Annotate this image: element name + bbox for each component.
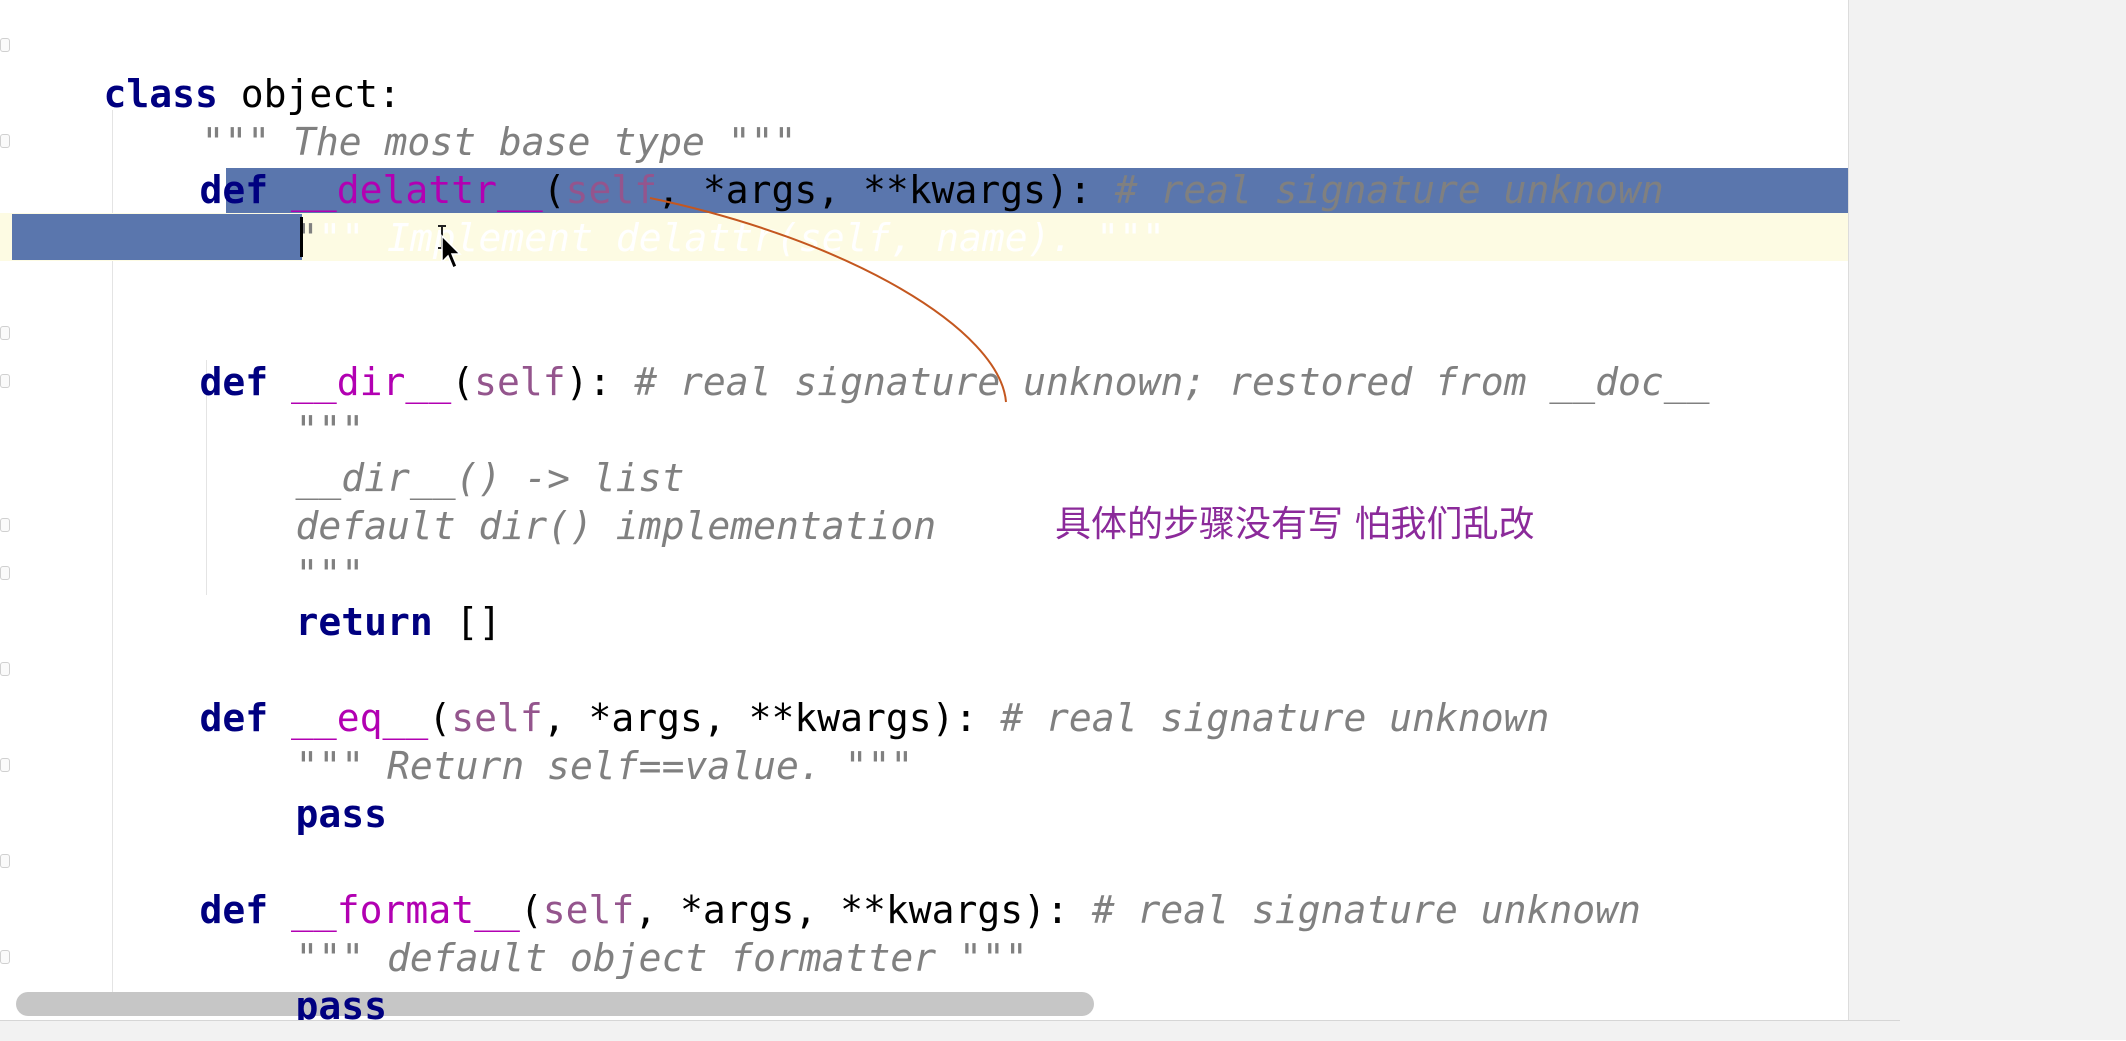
return-value: [] xyxy=(432,600,502,644)
comment: # real signature unknown; restored from … xyxy=(634,360,1710,404)
params: ): xyxy=(565,360,635,404)
class-name: object: xyxy=(217,72,401,116)
keyword-def: def xyxy=(199,888,269,932)
code-line[interactable]: pass xyxy=(0,742,1848,836)
function-name: __format__ xyxy=(291,888,520,932)
comment: # real signature unknown xyxy=(1000,696,1550,740)
fold-marker-icon[interactable] xyxy=(0,662,10,676)
self-param: self xyxy=(565,168,658,212)
docstring-quote: " xyxy=(295,216,319,260)
paren: ( xyxy=(519,888,543,932)
self-param: self xyxy=(474,360,566,404)
docstring: default dir() implementation xyxy=(295,504,937,548)
docstring: """ default object formatter """ xyxy=(295,936,1028,980)
function-name: __delattr__ xyxy=(291,168,543,212)
params: , *args, **kwargs): xyxy=(634,888,1092,932)
code-line[interactable]: def __eq__(self, *args, **kwargs): # rea… xyxy=(0,646,1848,740)
fold-marker-icon[interactable] xyxy=(0,566,10,580)
code-line[interactable]: default dir() implementation xyxy=(0,454,1848,548)
paren: ( xyxy=(542,168,566,212)
keyword-def: def xyxy=(199,168,269,212)
keyword-return: return xyxy=(295,600,433,644)
code-line[interactable]: return [] xyxy=(0,550,1848,644)
keyword-class: class xyxy=(103,72,218,116)
code-editor[interactable]: class object: """ The most base type """… xyxy=(0,0,1848,1020)
comment: # real signature unknown xyxy=(1091,888,1641,932)
params: , *args, **kwargs): xyxy=(657,168,1115,212)
status-bar xyxy=(0,1020,1900,1041)
code-line[interactable]: def __format__(self, *args, **kwargs): #… xyxy=(0,838,1848,932)
fold-marker-icon[interactable] xyxy=(0,374,10,388)
fold-marker-icon[interactable] xyxy=(0,950,10,964)
fold-marker-icon[interactable] xyxy=(0,518,10,532)
keyword-pass: pass xyxy=(295,792,388,836)
horizontal-scrollbar-thumb[interactable] xyxy=(16,992,1094,1016)
code-line[interactable]: class object: xyxy=(0,22,1848,116)
function-name: __dir__ xyxy=(291,360,452,404)
keyword-def: def xyxy=(199,360,269,404)
text-cursor-icon xyxy=(438,225,462,270)
docstring: """ xyxy=(295,408,365,452)
docstring: __dir__() -> list xyxy=(295,456,685,500)
right-panel xyxy=(1848,0,2126,1040)
fold-marker-icon[interactable] xyxy=(0,758,10,772)
selection-highlight xyxy=(12,214,302,260)
function-name: __eq__ xyxy=(291,696,429,740)
self-param: self xyxy=(451,696,543,740)
fold-marker-icon[interactable] xyxy=(0,134,10,148)
comment: # real signature unknown xyxy=(1114,168,1664,212)
self-param: self xyxy=(542,888,635,932)
paren: ( xyxy=(428,696,452,740)
paren: ( xyxy=(451,360,475,404)
code-line[interactable]: __dir__() -> list xyxy=(0,406,1848,500)
docstring: """ Return self==value. """ xyxy=(295,744,914,788)
docstring: """ xyxy=(295,552,365,596)
keyword-pass: pass xyxy=(295,984,388,1020)
keyword-def: def xyxy=(199,696,269,740)
keyword-pass: pass xyxy=(295,263,388,307)
code-line[interactable]: def __dir__(self): # real signature unkn… xyxy=(0,310,1848,404)
annotation-note: 具体的步骤没有写 怕我们乱改 xyxy=(1055,504,1535,545)
fold-marker-icon[interactable] xyxy=(0,38,10,52)
text-caret xyxy=(300,217,303,257)
docstring: """ The most base type """ xyxy=(201,120,797,164)
fold-marker-icon[interactable] xyxy=(0,854,10,868)
fold-marker-icon[interactable] xyxy=(0,326,10,340)
params: , *args, **kwargs): xyxy=(542,696,1001,740)
